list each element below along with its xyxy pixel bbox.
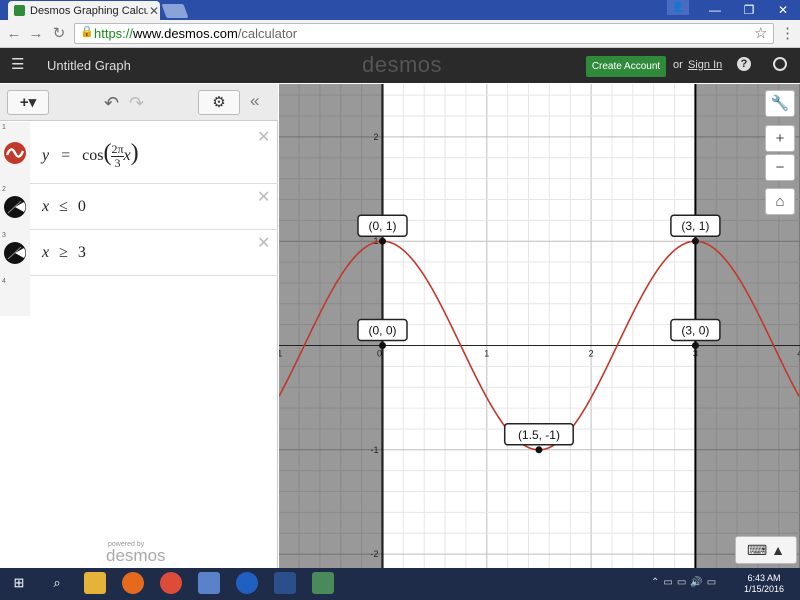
forward-icon[interactable]: → xyxy=(28,26,44,42)
pen-app-icon[interactable] xyxy=(274,572,296,594)
minimize-icon[interactable]: — xyxy=(698,0,732,20)
app-icon[interactable] xyxy=(236,572,258,594)
new-tab-button[interactable] xyxy=(161,4,189,18)
x-tick-label: 1 xyxy=(484,349,489,359)
frac-den: 3 xyxy=(114,155,121,170)
expression-number: 4 xyxy=(2,278,6,285)
point-marker[interactable] xyxy=(379,342,386,349)
x-tick-label: -1 xyxy=(279,349,282,359)
expression-number: 3 xyxy=(2,232,6,239)
system-tray-icons[interactable]: ⌃▭▭🔊▭ xyxy=(651,577,720,588)
equals: = xyxy=(61,147,71,164)
x-tick-label: 3 xyxy=(693,349,698,359)
search-icon[interactable]: ⌕ xyxy=(46,572,68,594)
graph-title[interactable]: Untitled Graph xyxy=(47,58,131,73)
x-tick-label: 2 xyxy=(589,349,594,359)
var-x: x xyxy=(42,244,50,261)
keyboard-toggle-icon[interactable]: ⌨ ▲ xyxy=(735,536,797,564)
value: 3 xyxy=(77,244,86,261)
collapse-panel-icon[interactable]: « xyxy=(250,91,259,111)
hamburger-menu-icon[interactable]: ☰ xyxy=(11,57,25,73)
create-account-button[interactable]: Create Account xyxy=(586,56,666,77)
chrome-icon[interactable] xyxy=(160,572,182,594)
browser-tab[interactable]: Desmos Graphing Calculat ✕ xyxy=(8,1,160,20)
taskbar-clock[interactable]: 6:43 AM 1/15/2016 xyxy=(744,573,784,595)
url-host: www.desmos.com xyxy=(133,26,238,41)
expression-2-latex[interactable]: x ≤ 0 xyxy=(42,198,86,216)
back-icon[interactable]: ← xyxy=(6,26,22,42)
bookmark-star-icon[interactable]: ☆ xyxy=(754,24,767,42)
add-item-button[interactable]: +▾ xyxy=(7,90,49,115)
redo-icon[interactable]: ↷ xyxy=(129,93,144,114)
undo-icon[interactable]: ↶ xyxy=(104,93,119,114)
region-icon[interactable] xyxy=(4,242,26,264)
close-window-icon[interactable]: ✕ xyxy=(766,0,800,20)
zoom-in-button[interactable]: + xyxy=(765,125,795,152)
var-y: y xyxy=(42,147,50,164)
point-label: (0, 1) xyxy=(368,219,396,233)
clock-time: 6:43 AM xyxy=(747,573,781,583)
clock-date: 1/15/2016 xyxy=(744,584,785,594)
expression-3-latex[interactable]: x ≥ 3 xyxy=(42,244,86,262)
home-icon[interactable]: ⌂ xyxy=(765,188,795,215)
lock-icon: 🔒 xyxy=(80,26,94,38)
value: 0 xyxy=(77,198,86,215)
tab-title: Desmos Graphing Calculat xyxy=(30,4,148,17)
delete-expression-icon[interactable]: ✕ xyxy=(257,187,270,207)
zoom-out-button[interactable]: − xyxy=(765,154,795,181)
delete-expression-icon[interactable]: ✕ xyxy=(257,127,270,147)
desmos-logo: desmos xyxy=(362,52,443,77)
delete-expression-icon[interactable]: ✕ xyxy=(257,233,270,253)
window-controls: — ❐ ✕ xyxy=(698,0,800,20)
operator: ≤ xyxy=(59,198,68,215)
graph-svg[interactable]: -10123421-1-2(0, 1)(3, 1)(0, 0)(3, 0)(1.… xyxy=(279,84,800,568)
point-marker[interactable] xyxy=(691,342,699,349)
x-tick-label: 0 xyxy=(377,349,382,359)
point-marker[interactable] xyxy=(379,237,386,245)
sign-in-link[interactable]: Sign In xyxy=(688,59,722,71)
var-x: x xyxy=(123,147,131,164)
start-icon[interactable]: ⊞ xyxy=(8,572,30,594)
settings-gear-icon[interactable]: ⚙ xyxy=(198,90,240,115)
point-label: (0, 0) xyxy=(368,324,396,338)
y-tick-label: -2 xyxy=(370,549,378,559)
url-scheme: https:// xyxy=(94,26,134,41)
new-expression-input[interactable] xyxy=(30,276,278,316)
point-label: (3, 0) xyxy=(681,324,709,338)
browser-menu-icon[interactable]: ⋮ xyxy=(780,24,795,42)
frac-num: 2π xyxy=(111,141,124,157)
file-explorer-icon[interactable] xyxy=(84,572,106,594)
wave-icon[interactable] xyxy=(4,142,26,164)
point-label: (3, 1) xyxy=(681,219,709,233)
expression-number: 2 xyxy=(2,186,6,193)
firefox-icon[interactable] xyxy=(122,572,144,594)
app-icon[interactable] xyxy=(198,572,220,594)
powered-by-logo: desmos xyxy=(106,546,166,565)
var-x: x xyxy=(42,198,50,215)
region-icon[interactable] xyxy=(4,196,26,218)
graph-settings-wrench-icon[interactable]: 🔧 xyxy=(765,90,795,117)
expression-1-latex[interactable]: y = cos(2π 3 x) xyxy=(42,140,139,170)
app-icon[interactable] xyxy=(312,572,334,594)
desmos-favicon-icon xyxy=(14,5,25,16)
tab-close-icon[interactable]: ✕ xyxy=(148,4,160,18)
point-marker[interactable] xyxy=(535,446,543,454)
language-globe-icon[interactable] xyxy=(773,57,787,71)
or-text: or xyxy=(673,59,683,71)
y-tick-label: 2 xyxy=(373,132,378,142)
point-label: (1.5, -1) xyxy=(518,428,560,442)
url-path: /calculator xyxy=(237,26,298,41)
url-text[interactable]: https://www.desmos.com/calculator xyxy=(94,26,297,41)
point-marker[interactable] xyxy=(691,237,699,245)
operator: ≥ xyxy=(59,244,68,261)
expression-number: 1 xyxy=(2,124,6,131)
restore-icon[interactable]: ❐ xyxy=(732,0,766,20)
help-icon[interactable]: ? xyxy=(737,57,751,71)
reload-icon[interactable]: ↻ xyxy=(51,26,67,42)
profile-icon[interactable]: 👤 xyxy=(667,0,689,15)
graph-paper[interactable]: -10123421-1-2(0, 1)(3, 1)(0, 0)(3, 0)(1.… xyxy=(279,84,800,568)
func-cos: cos xyxy=(82,147,104,164)
y-tick-label: -1 xyxy=(370,445,378,455)
